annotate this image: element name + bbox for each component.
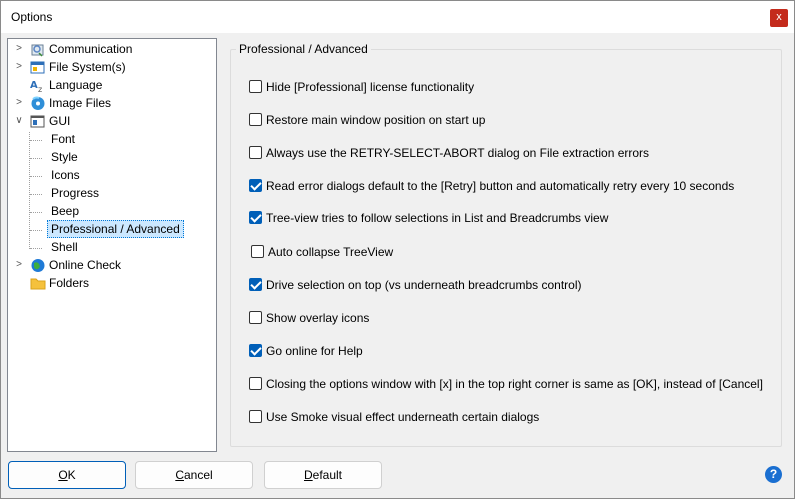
chevron-right-icon[interactable]: > (14, 256, 24, 274)
tree-item-label: GUI (49, 114, 71, 128)
option-label: Use Smoke visual effect underneath certa… (266, 410, 540, 424)
svg-text:A: A (30, 80, 38, 91)
option-label: Closing the options window with [x] in t… (266, 377, 763, 391)
options-tree[interactable]: > Communication > File System(s) Az Lang… (7, 38, 217, 452)
chevron-right-icon[interactable]: > (14, 40, 24, 58)
default-access-key: D (303, 468, 313, 482)
checkbox[interactable] (249, 410, 262, 423)
cancel-access-key: C (175, 468, 184, 482)
default-label-rest: efault (312, 468, 343, 482)
tree-item-online-check[interactable]: > Online Check (8, 256, 216, 274)
tree-item-label: Progress (51, 186, 100, 200)
image-files-icon (30, 96, 46, 111)
ok-access-key: O (58, 468, 68, 482)
option-label: Drive selection on top (vs underneath br… (266, 278, 582, 292)
tree-item-icons[interactable]: Icons (8, 166, 216, 184)
checkbox[interactable] (249, 80, 262, 93)
tree-item-label: Shell (51, 240, 78, 254)
tree-item-style[interactable]: Style (8, 148, 216, 166)
option-label: Show overlay icons (266, 311, 370, 325)
tree-item-label: Image Files (49, 96, 112, 110)
option-label: Read error dialogs default to the [Retry… (266, 179, 735, 193)
tree-item-label: Font (51, 132, 76, 146)
tree-item-label: Language (49, 78, 103, 92)
tree-item-folders[interactable]: Folders (8, 274, 216, 292)
title-bar[interactable]: Options x (1, 1, 794, 33)
checkbox[interactable] (249, 113, 262, 126)
chevron-down-icon[interactable]: ∨ (14, 112, 24, 130)
tree-item-progress[interactable]: Progress (8, 184, 216, 202)
tree-item-language[interactable]: Az Language (8, 76, 216, 94)
checkbox[interactable] (251, 245, 264, 258)
default-button[interactable]: Default (264, 461, 382, 489)
window-title: Options (11, 10, 53, 24)
checkbox[interactable] (249, 146, 262, 159)
tree-item-beep[interactable]: Beep (8, 202, 216, 220)
chevron-right-icon[interactable]: > (14, 94, 24, 112)
language-icon: Az (30, 78, 46, 94)
cancel-label-rest: ancel (183, 468, 213, 482)
option-label: Tree-view tries to follow selections in … (266, 211, 609, 225)
ok-label-rest: K (67, 468, 76, 482)
file-system-icon (30, 60, 46, 75)
option-label: Always use the RETRY-SELECT-ABORT dialog… (266, 146, 650, 160)
tree-item-label: Communication (49, 42, 133, 56)
tree-item-label: Online Check (49, 258, 122, 272)
tree-item-shell[interactable]: Shell (8, 238, 216, 256)
checkbox[interactable] (249, 311, 262, 324)
option-label: Go online for Help (266, 344, 363, 358)
checkbox[interactable] (249, 278, 262, 291)
cancel-button[interactable]: Cancel (135, 461, 253, 489)
checkbox[interactable] (249, 179, 262, 192)
group-title: Professional / Advanced (236, 42, 371, 56)
tree-item-label: Folders (49, 276, 90, 290)
tree-item-professional-advanced[interactable]: Professional / Advanced (8, 220, 216, 238)
tree-item-label: Icons (51, 168, 80, 182)
tree-item-file-systems[interactable]: > File System(s) (8, 58, 216, 76)
tree-item-label: File System(s) (49, 60, 126, 74)
globe-icon (30, 258, 46, 273)
tree-item-font[interactable]: Font (8, 130, 216, 148)
option-label: Hide [Professional] license functionalit… (266, 80, 475, 94)
checkbox[interactable] (249, 211, 262, 224)
chevron-right-icon[interactable]: > (14, 58, 24, 76)
checkbox[interactable] (249, 377, 262, 390)
gui-icon (30, 114, 46, 129)
svg-text:z: z (38, 85, 42, 93)
folder-icon (30, 276, 46, 291)
tree-item-label: Professional / Advanced (47, 220, 184, 238)
ok-button[interactable]: OK (8, 461, 126, 489)
tree-item-gui[interactable]: ∨ GUI (8, 112, 216, 130)
communication-icon (30, 42, 46, 57)
tree-item-communication[interactable]: > Communication (8, 40, 216, 58)
option-label: Restore main window position on start up (266, 113, 486, 127)
help-icon[interactable]: ? (765, 466, 782, 483)
tree-item-label: Beep (51, 204, 80, 218)
close-button[interactable]: x (770, 9, 788, 27)
checkbox[interactable] (249, 344, 262, 357)
tree-item-label: Style (51, 150, 78, 164)
option-label: Auto collapse TreeView (268, 245, 394, 259)
tree-item-image-files[interactable]: > Image Files (8, 94, 216, 112)
